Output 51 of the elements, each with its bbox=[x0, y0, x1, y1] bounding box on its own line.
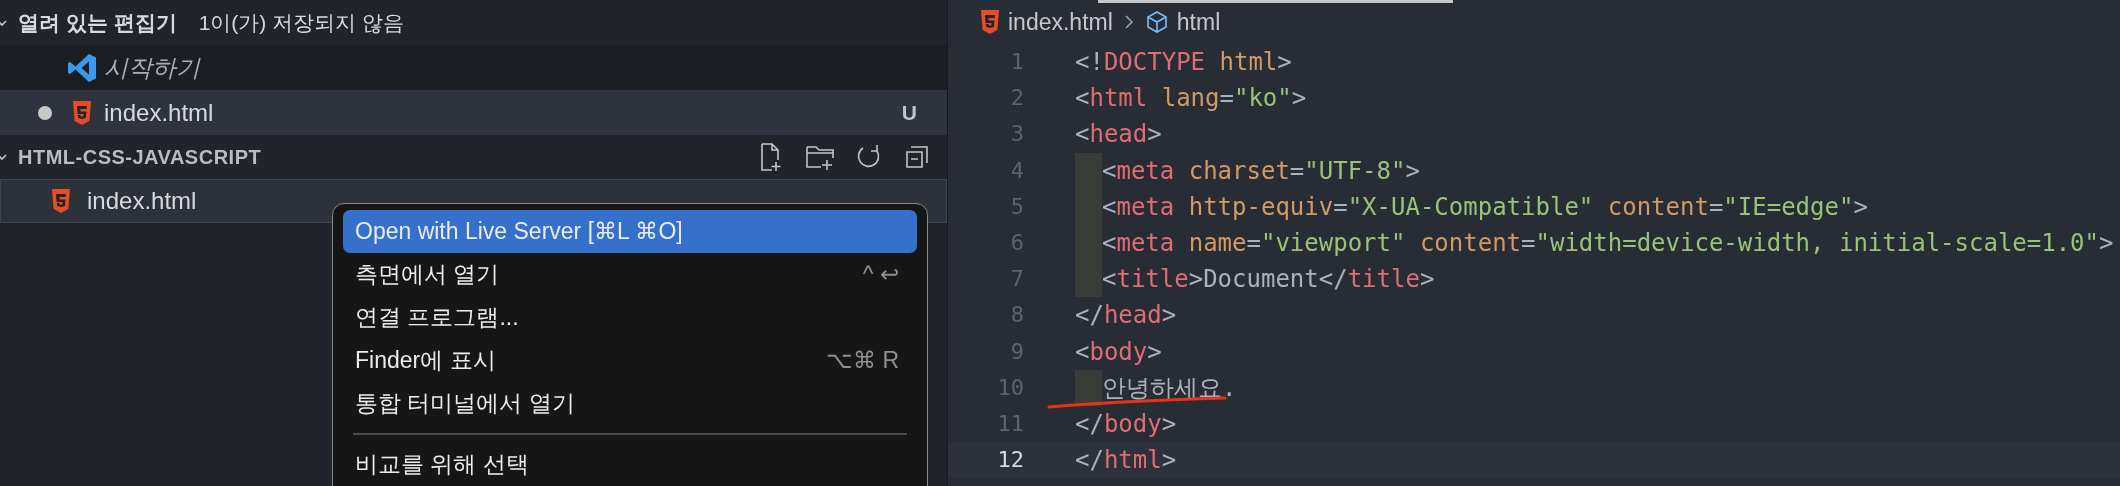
line-number: 8 bbox=[1009, 301, 1024, 330]
breadcrumb-item[interactable]: html bbox=[1176, 4, 1221, 40]
line-number: 3 bbox=[1009, 120, 1024, 149]
menu-item[interactable]: 비교를 위해 선택 bbox=[343, 443, 917, 486]
line-number: 6 bbox=[1009, 229, 1024, 258]
code-line: <title>Document</title> bbox=[1102, 264, 1435, 295]
menu-item[interactable]: Finder에 표시 ⌥⌘ R bbox=[343, 339, 917, 382]
section-title[interactable]: 열려 있는 편집기 bbox=[18, 6, 177, 39]
cube-icon bbox=[1144, 10, 1169, 34]
code-line: <body> bbox=[1075, 336, 1162, 367]
code-line: <meta http-equiv="X-UA-Compatible" content="IE=edge"> bbox=[1102, 191, 1868, 222]
html5-file-icon bbox=[51, 189, 71, 213]
line-number: 9 bbox=[1009, 337, 1024, 366]
menu-item[interactable]: 통합 터미널에서 열기 bbox=[343, 382, 917, 425]
breadcrumb-item[interactable]: index.html bbox=[1008, 4, 1113, 40]
line-number: 11 bbox=[996, 409, 1024, 438]
open-editor-item[interactable]: 시작하기 bbox=[0, 45, 947, 90]
code-editor-logo-icon bbox=[66, 51, 98, 84]
code-line: <head> bbox=[1075, 119, 1162, 150]
code-line: <html lang="ko"> bbox=[1075, 83, 1307, 114]
code-line: <meta charset="UTF-8"> bbox=[1102, 155, 1420, 186]
unsaved-count: 1이(가) 저장되지 않음 bbox=[198, 9, 404, 36]
line-number: 7 bbox=[1009, 265, 1024, 294]
collapse-all-icon bbox=[903, 143, 931, 171]
folder-title[interactable]: HTML-CSS-JAVASCRIPT bbox=[18, 142, 262, 172]
code-line: <!DOCTYPE html> bbox=[1075, 47, 1292, 78]
code-line: <meta name="viewport" content="width=device-width, initial-scale=1.0"> bbox=[1102, 228, 2114, 259]
code-line: </body> bbox=[1075, 408, 1177, 439]
line-number: 1 bbox=[1009, 48, 1024, 77]
code-line: </head> bbox=[1075, 300, 1177, 331]
chevron-right-icon bbox=[1122, 13, 1135, 31]
code-line: </html> bbox=[1075, 445, 1177, 476]
shortcut-text: ⌥⌘ R bbox=[826, 346, 899, 376]
line-number: 10 bbox=[996, 373, 1024, 402]
file-name: index.html bbox=[87, 186, 197, 216]
html5-file-icon bbox=[72, 100, 92, 125]
indent-guide bbox=[1075, 369, 1102, 406]
menu-item[interactable]: 측면에서 열기 ^ ↩ bbox=[343, 253, 917, 296]
git-status: U bbox=[901, 99, 917, 126]
file-name: 시작하기 bbox=[104, 52, 200, 83]
shortcut-text: ^ ↩ bbox=[862, 260, 899, 290]
line-number: 5 bbox=[1009, 192, 1024, 221]
open-editor-item[interactable]: index.html U bbox=[0, 90, 947, 135]
html5-file-icon bbox=[980, 10, 1000, 34]
file-name: index.html bbox=[104, 97, 214, 128]
menu-item[interactable]: 연결 프로그램... bbox=[343, 296, 917, 339]
line-number: 4 bbox=[1009, 156, 1024, 185]
menu-item[interactable]: Open with Live Server [⌘L ⌘O] bbox=[343, 210, 917, 253]
line-number: 2 bbox=[1009, 84, 1024, 113]
line-number: 12 bbox=[996, 446, 1024, 475]
code-line: 안녕하세요. bbox=[1102, 372, 1237, 403]
